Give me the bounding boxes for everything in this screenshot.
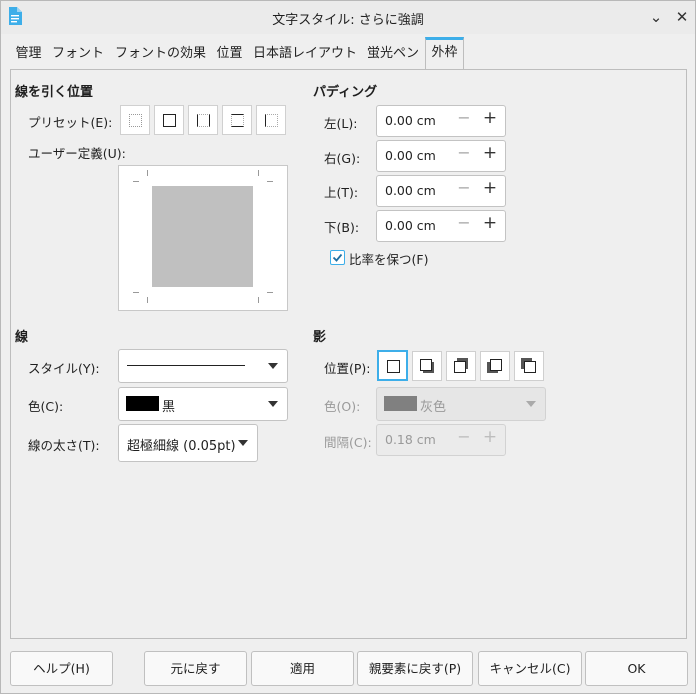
window-title: 文字スタイル: さらに強調 (272, 13, 424, 28)
shadow-color-dropdown[interactable]: 灰色 (376, 387, 546, 421)
chevron-down-icon (526, 401, 536, 407)
minus-icon[interactable]: − (453, 427, 475, 446)
minus-icon[interactable]: − (453, 178, 475, 197)
padding-top-spinbox[interactable]: 0.00 cm − + (376, 175, 506, 207)
padding-left-spinbox[interactable]: 0.00 cm − + (376, 105, 506, 137)
corner-mark (267, 181, 273, 182)
plus-icon[interactable]: + (479, 178, 501, 198)
padding-heading: パディング (313, 85, 378, 100)
padding-right-label: 右(G): (324, 151, 361, 166)
padding-bottom-label: 下(B): (324, 220, 360, 235)
tab-font-effects[interactable]: フォントの効果 (112, 40, 209, 68)
minus-icon[interactable]: − (453, 213, 475, 232)
corner-mark (133, 292, 139, 293)
shadow-color-value: 灰色 (420, 400, 447, 415)
keep-ratio-label[interactable]: 比率を保つ(F) (349, 249, 428, 268)
shadow-distance-value[interactable]: 0.18 cm (385, 432, 436, 447)
shadow-heading: 影 (313, 330, 327, 345)
line-color-dropdown[interactable]: 黒 (118, 387, 288, 421)
line-arrangement-heading: 線を引く位置 (15, 85, 94, 100)
tab-highlighting[interactable]: 蛍光ペン (364, 40, 422, 68)
corner-mark (133, 181, 139, 182)
line-width-label: 線の太さ(T): (28, 438, 100, 453)
line-width-value: 超極細線 (0.05pt) (127, 439, 236, 454)
plus-icon[interactable]: + (479, 427, 501, 447)
padding-right-value[interactable]: 0.00 cm (385, 148, 436, 163)
shadow-none-icon (387, 360, 400, 373)
shadow-distance-label: 間隔(C): (324, 435, 372, 450)
minus-icon[interactable]: − (453, 108, 475, 127)
padding-bottom-value[interactable]: 0.00 cm (385, 218, 436, 233)
line-heading: 線 (15, 330, 29, 345)
plus-icon[interactable]: + (479, 213, 501, 233)
corner-mark (258, 170, 259, 176)
shadow-color-label: 色(O): (324, 399, 361, 414)
shadow-bottom-right-icon (420, 359, 432, 371)
color-swatch (384, 396, 417, 411)
title-bar: 文字スタイル: さらに強調 ⌄ ✕ (1, 1, 695, 34)
reset-button[interactable]: 元に戻す (144, 651, 247, 686)
reset-to-parent-button[interactable]: 親要素に戻す(P) (357, 651, 473, 686)
help-button[interactable]: ヘルプ(H) (10, 651, 113, 686)
shadow-bottom-left-button[interactable] (480, 351, 510, 381)
preset-top-bottom-button[interactable] (222, 105, 252, 135)
padding-top-value[interactable]: 0.00 cm (385, 183, 436, 198)
corner-mark (147, 170, 148, 176)
preset-none-button[interactable] (120, 105, 150, 135)
shadow-bottom-right-button[interactable] (412, 351, 442, 381)
ok-button[interactable]: OK (585, 651, 688, 686)
user-defined-label: ユーザー定義(U): (28, 146, 126, 161)
cancel-button[interactable]: キャンセル(C) (478, 651, 582, 686)
line-style-dropdown[interactable] (118, 349, 288, 383)
border-preview-square (152, 186, 253, 287)
checkmark-icon (332, 253, 343, 262)
line-style-preview (127, 365, 245, 366)
line-color-label: 色(C): (28, 399, 64, 414)
shadow-position-label: 位置(P): (324, 361, 371, 376)
shadow-top-right-button[interactable] (446, 351, 476, 381)
chevron-down-icon (268, 363, 278, 369)
padding-right-spinbox[interactable]: 0.00 cm − + (376, 140, 506, 172)
chevron-down-icon (268, 401, 278, 407)
corner-mark (267, 292, 273, 293)
minus-icon[interactable]: − (453, 143, 475, 162)
padding-left-value[interactable]: 0.00 cm (385, 113, 436, 128)
tab-manage[interactable]: 管理 (10, 40, 47, 68)
line-style-label: スタイル(Y): (28, 361, 100, 376)
line-color-value: 黒 (162, 400, 176, 415)
plus-icon[interactable]: + (479, 108, 501, 128)
tab-position[interactable]: 位置 (213, 40, 246, 68)
collapse-chevron-icon[interactable]: ⌄ (647, 8, 665, 26)
shadow-top-left-icon (524, 361, 536, 373)
color-swatch (126, 396, 159, 411)
tab-font[interactable]: フォント (49, 40, 107, 68)
shadow-top-right-icon (454, 361, 466, 373)
keep-ratio-checkbox[interactable] (330, 250, 345, 265)
shadow-distance-spinbox[interactable]: 0.18 cm − + (376, 424, 506, 456)
preset-left-right-button[interactable] (188, 105, 218, 135)
shadow-bottom-left-icon (490, 359, 502, 371)
shadow-top-left-button[interactable] (514, 351, 544, 381)
preset-box-button[interactable] (154, 105, 184, 135)
user-defined-border-canvas[interactable] (118, 165, 288, 311)
tab-asian-layout[interactable]: 日本語レイアウト (251, 40, 359, 68)
corner-mark (147, 297, 148, 303)
tab-borders[interactable]: 外枠 (425, 37, 464, 71)
plus-icon[interactable]: + (479, 143, 501, 163)
close-icon[interactable]: ✕ (673, 8, 691, 26)
padding-left-label: 左(L): (324, 116, 358, 131)
shadow-none-button[interactable] (377, 350, 408, 381)
padding-top-label: 上(T): (324, 185, 359, 200)
line-width-dropdown[interactable]: 超極細線 (0.05pt) (118, 424, 258, 462)
corner-mark (258, 297, 259, 303)
dialog-window: 文字スタイル: さらに強調 ⌄ ✕ 管理 フォント フォントの効果 位置 日本語… (0, 0, 696, 694)
padding-bottom-spinbox[interactable]: 0.00 cm − + (376, 210, 506, 242)
chevron-down-icon (238, 440, 248, 446)
preset-label: プリセット(E): (28, 115, 113, 130)
preset-left-button[interactable] (256, 105, 286, 135)
apply-button[interactable]: 適用 (251, 651, 354, 686)
